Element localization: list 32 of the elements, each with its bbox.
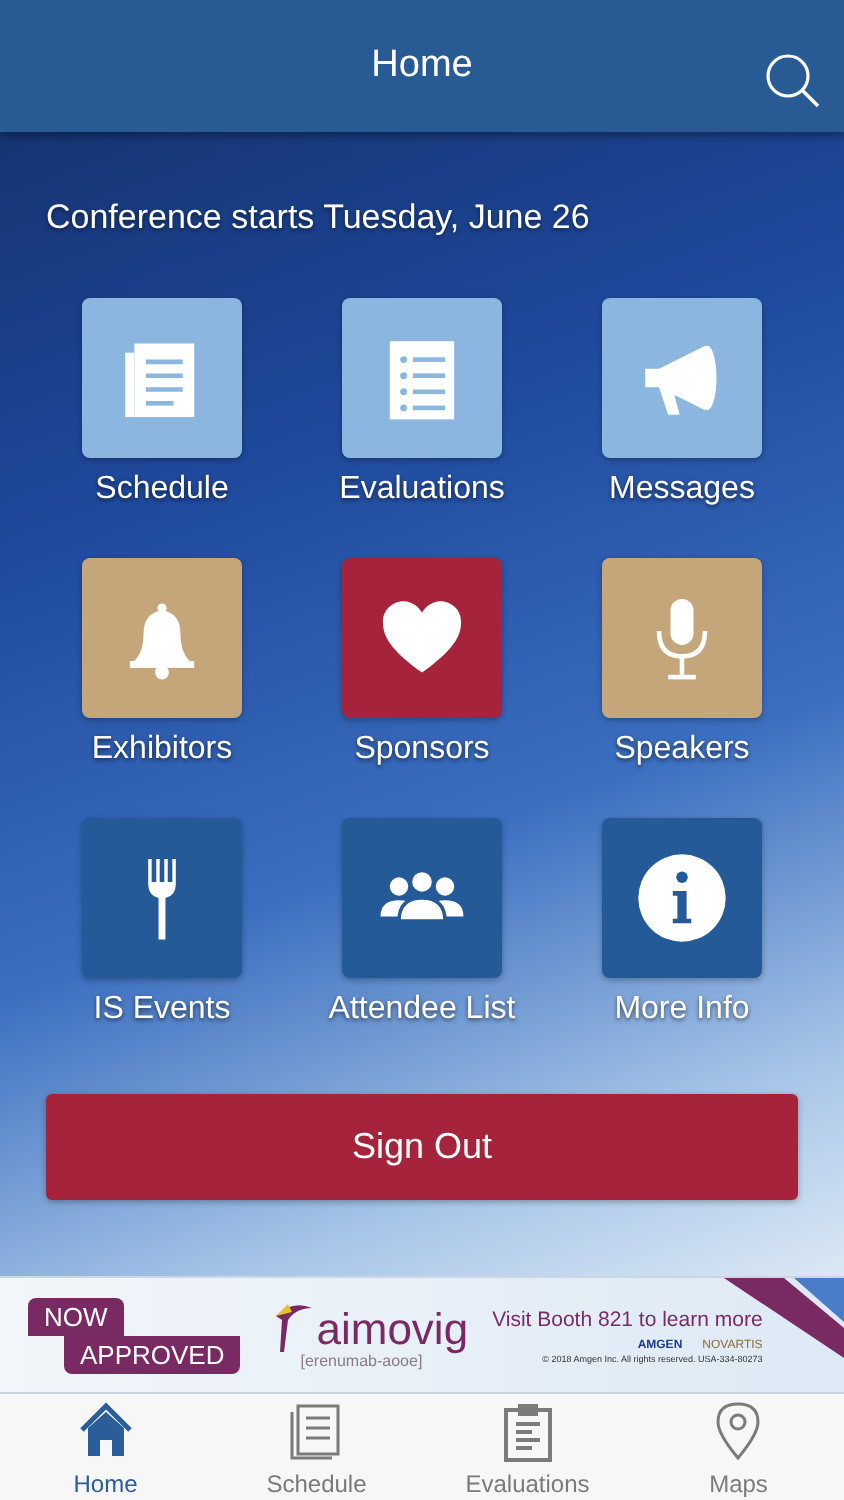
tile-label[interactable]: Sponsors: [354, 732, 490, 768]
tile-label[interactable]: Evaluations: [339, 472, 505, 508]
tile-label[interactable]: Speakers: [614, 732, 750, 768]
tile-button[interactable]: [602, 298, 762, 458]
screen-title: Home: [371, 44, 473, 88]
tile-label[interactable]: IS Events: [93, 992, 231, 1028]
tile-button[interactable]: [82, 298, 242, 458]
tile-label[interactable]: Schedule: [95, 472, 229, 508]
tab-item[interactable]: Maps: [633, 1394, 844, 1500]
tile-button[interactable]: [342, 298, 502, 458]
generic-name: [erenumab-aooe]: [300, 1352, 423, 1370]
tab-item[interactable]: Home: [0, 1394, 211, 1500]
search-icon[interactable]: [764, 52, 820, 108]
conference-date: Conference starts Tuesday, June 26: [46, 198, 590, 238]
badge-label: APPROVED: [64, 1335, 241, 1373]
brand-name: aimovig: [316, 1308, 469, 1352]
tile-label[interactable]: Messages: [609, 472, 755, 508]
info-icon: [636, 852, 728, 944]
tile-label[interactable]: Attendee List: [328, 992, 516, 1028]
tile-button[interactable]: [602, 818, 762, 978]
badge-label: NOW: [28, 1297, 124, 1335]
tile-button[interactable]: [342, 818, 502, 978]
tile-label[interactable]: Exhibitors: [91, 732, 233, 768]
tile-button[interactable]: [82, 818, 242, 978]
sign-out-button[interactable]: Sign Out: [46, 1094, 798, 1200]
ad-message: Visit Booth 821 to learn more: [492, 1307, 763, 1331]
tile-button[interactable]: [602, 558, 762, 718]
tile-button[interactable]: [342, 558, 502, 718]
tab-item[interactable]: Evaluations: [422, 1394, 633, 1500]
home-icon: [75, 1400, 136, 1462]
tile-button[interactable]: [82, 558, 242, 718]
tab-item[interactable]: Schedule: [211, 1394, 422, 1500]
